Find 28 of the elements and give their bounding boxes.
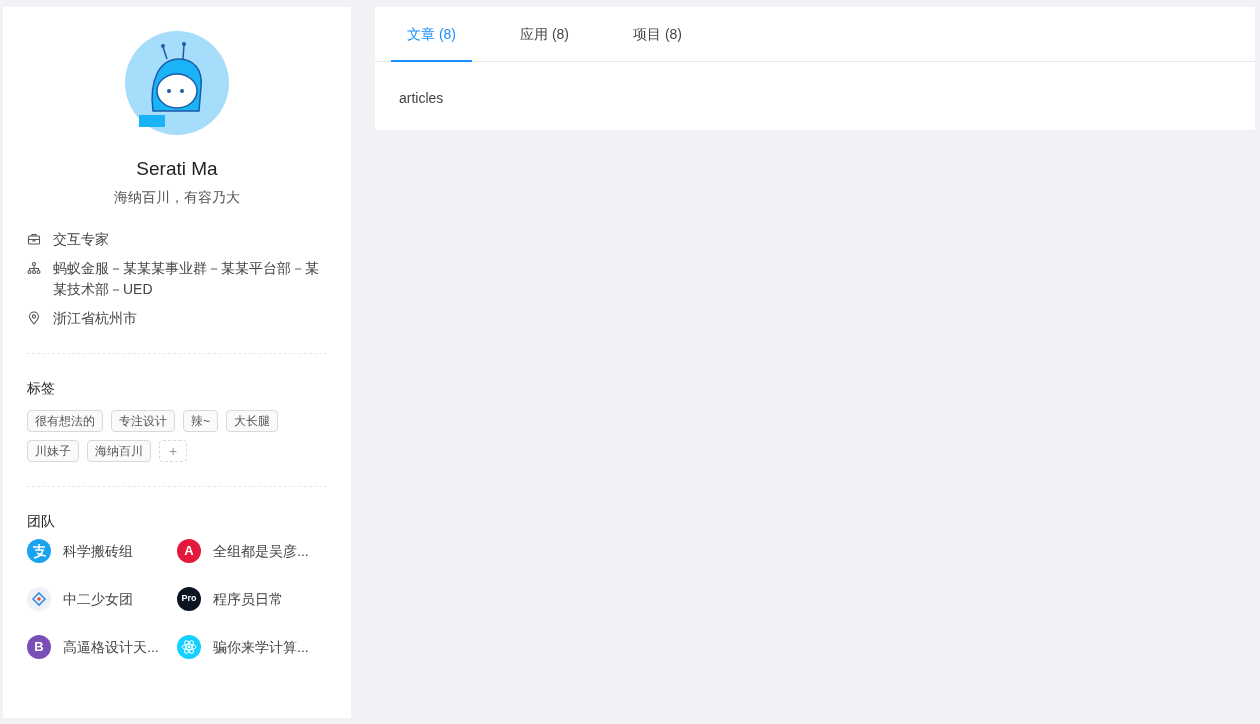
team-link[interactable]: 科学搬砖组 xyxy=(63,541,133,561)
tag[interactable]: 海纳百川 xyxy=(87,440,151,462)
tag[interactable]: 川妹子 xyxy=(27,440,79,462)
team-logo: Pro xyxy=(177,587,201,611)
team-link[interactable]: 中二少女团 xyxy=(63,589,133,609)
team-link[interactable]: 全组都是吴彦... xyxy=(213,541,309,561)
team-link[interactable]: 程序员日常 xyxy=(213,589,283,609)
tab[interactable]: 应用 (8) xyxy=(504,7,585,62)
profile-signature: 海纳百川，有容乃大 xyxy=(113,188,241,207)
content-text: articles xyxy=(398,89,445,108)
location-pin-icon xyxy=(27,311,41,325)
tag[interactable]: 大长腿 xyxy=(226,410,278,432)
briefcase-icon xyxy=(27,232,41,246)
tag[interactable]: 专注设计 xyxy=(111,410,175,432)
team-logo: A xyxy=(177,539,201,563)
team-link[interactable]: 骗你来学计算... xyxy=(213,637,309,657)
tag[interactable]: 很有想法的 xyxy=(27,410,103,432)
profile-detail: 蚂蚁金服－某某某事业群－某某平台部－某某技术部－UED xyxy=(53,259,320,299)
profile-name: Serati Ma xyxy=(135,157,219,181)
hierarchy-icon xyxy=(27,261,41,275)
tab[interactable]: 项目 (8) xyxy=(617,7,698,62)
profile-detail: 交互专家 xyxy=(53,230,109,249)
section-heading: 标签 xyxy=(27,379,56,398)
team-link[interactable]: 高逼格设计天... xyxy=(63,637,159,657)
profile-detail: 浙江省杭州市 xyxy=(53,309,137,328)
tag[interactable]: 辣~ xyxy=(183,410,218,432)
team-logo: B xyxy=(27,635,51,659)
section-heading: 团队 xyxy=(27,512,56,531)
